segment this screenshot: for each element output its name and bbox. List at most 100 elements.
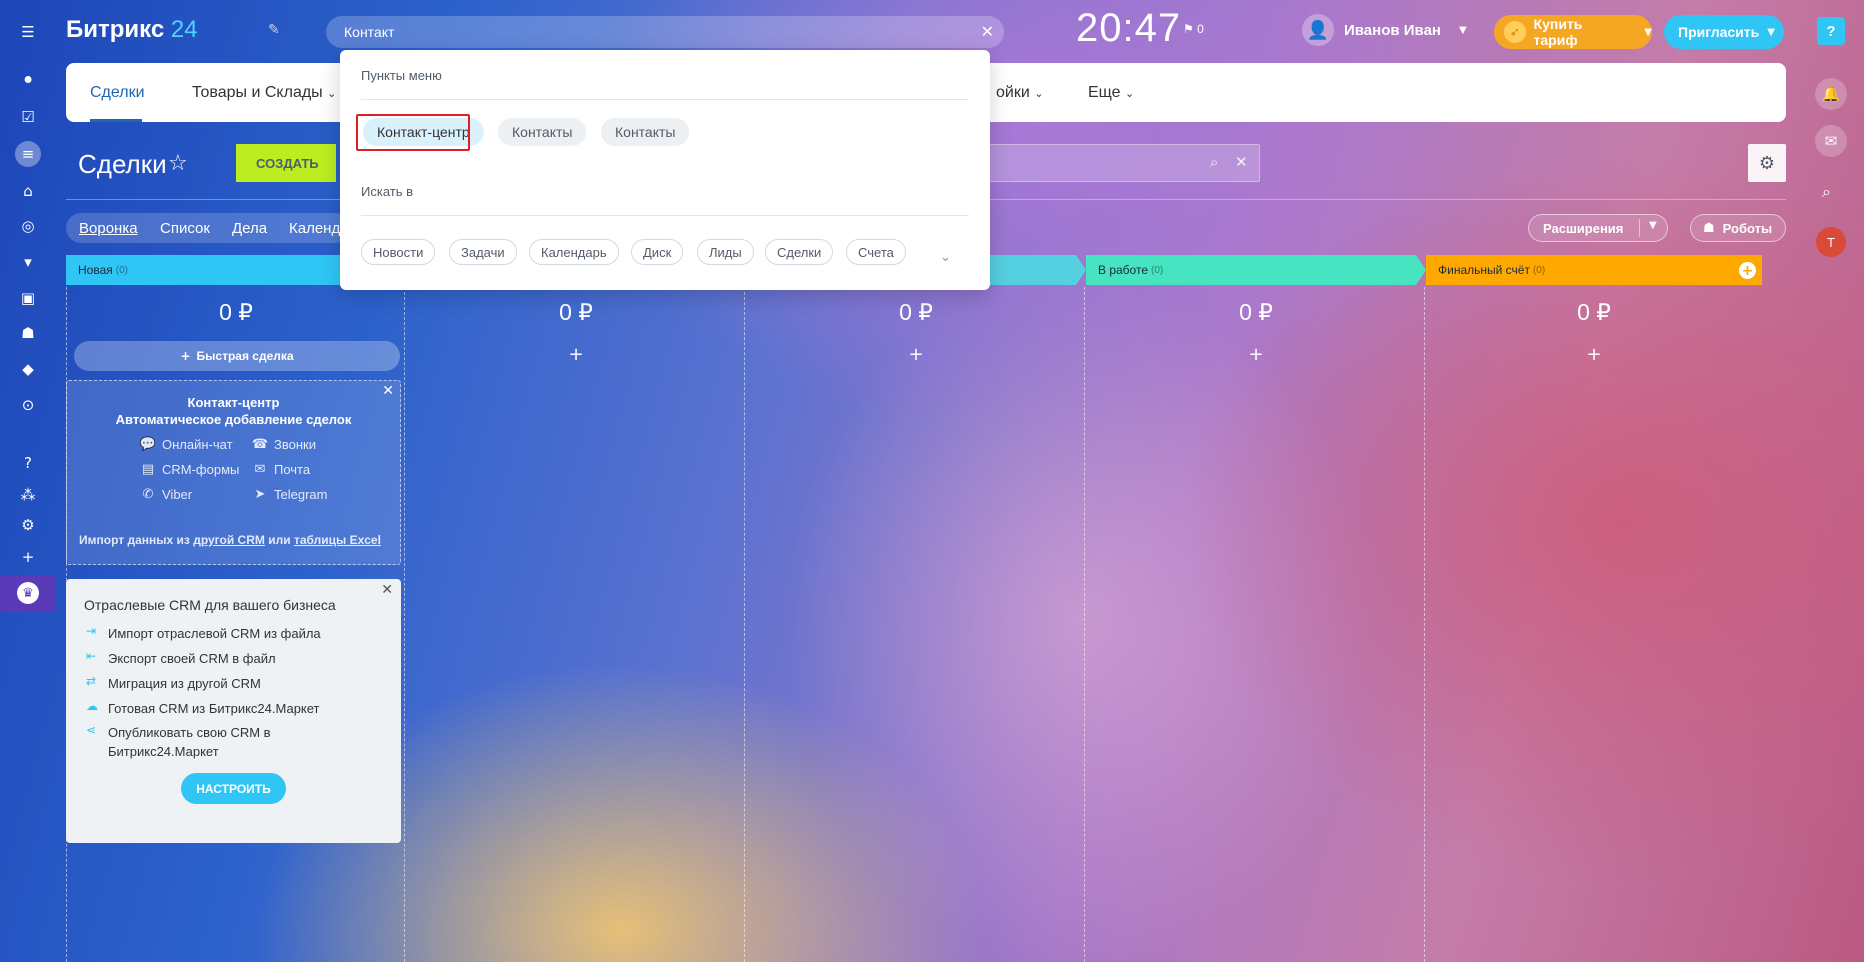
user-name: Иванов Иван (1344, 21, 1441, 39)
bell-icon[interactable]: 🔔 (1815, 78, 1847, 110)
search-in-calendar[interactable]: Календарь (529, 239, 619, 265)
crm-export-item[interactable]: ⇤ Экспорт своей CRM в файл (86, 649, 348, 668)
tab-funnel[interactable]: Воронка (79, 220, 138, 237)
robot-icon[interactable]: ☗ (18, 323, 38, 343)
divider (1639, 219, 1640, 237)
plus-icon: + (180, 349, 191, 363)
nav-item-products[interactable]: Товары и Склады ⌄ (192, 84, 336, 102)
menu-item-contacts-2[interactable]: Контакты (601, 118, 690, 146)
column-divider (1424, 287, 1425, 962)
box-icon[interactable]: ◆ (18, 359, 38, 379)
search-in-invoices[interactable]: Счета (846, 239, 906, 265)
close-icon[interactable]: ✕ (981, 22, 994, 41)
add-deal-icon[interactable]: + (1454, 344, 1734, 365)
channel-telegram[interactable]: ➤ Telegram (251, 487, 328, 502)
chevron-down-icon: ⌄ (1034, 87, 1044, 100)
channel-label: Онлайн-чат (162, 437, 233, 452)
tab-calendar[interactable]: Календ (289, 220, 340, 237)
more-icon[interactable]: ⊙ (18, 395, 38, 415)
add-stage-icon[interactable]: + (1739, 262, 1756, 279)
crown-button[interactable]: ♛ (0, 575, 56, 611)
chevron-down-icon[interactable]: ⌄ (940, 250, 951, 265)
setup-button[interactable]: НАСТРОИТЬ (181, 773, 286, 804)
add-icon[interactable]: + (18, 547, 38, 567)
close-icon[interactable]: ✕ (381, 582, 393, 598)
pencil-icon[interactable]: ✎ (268, 22, 280, 38)
bank-icon[interactable]: ⌂ (18, 181, 38, 201)
buy-plan-button[interactable]: ➶ Купить тариф ▼ (1494, 15, 1652, 49)
channel-calls[interactable]: ☎ Звонки (251, 437, 316, 452)
tasks-icon[interactable]: ☑ (18, 107, 38, 127)
nav-item-more[interactable]: Еще ⌄ (1088, 84, 1134, 102)
flag-counter[interactable]: ⚑ 0 (1183, 22, 1204, 36)
chevron-down-icon[interactable]: ▼ (1649, 220, 1657, 231)
nav-item-products-label: Товары и Склады (192, 84, 323, 101)
chevron-down-icon: ▼ (1767, 26, 1775, 38)
feed-icon[interactable]: ⚫ (18, 70, 38, 90)
quick-deal-button[interactable]: + Быстрая сделка (74, 341, 400, 371)
crm-migration-item[interactable]: ⇄ Миграция из другой CRM (86, 674, 348, 693)
nav-item-settings[interactable]: ойки ⌄ (996, 84, 1043, 102)
gear-icon[interactable]: ⚙ (1748, 144, 1786, 182)
channel-online-chat[interactable]: 💬 Онлайн-чат (139, 437, 233, 452)
filter-search-input[interactable]: ⌕ ✕ (984, 144, 1260, 182)
stage-header[interactable]: В работе (0) (1086, 255, 1426, 285)
search-icon[interactable]: ⌕ (1210, 153, 1218, 171)
robots-button[interactable]: ☗ Роботы (1690, 214, 1786, 242)
target-icon[interactable]: ◎ (18, 216, 38, 236)
create-button[interactable]: СОЗДАТЬ (236, 144, 336, 182)
menu-items-heading: Пункты меню (361, 68, 442, 83)
tab-activities[interactable]: Дела (232, 220, 267, 237)
menu-icon[interactable]: ☰ (18, 22, 38, 42)
robots-label: Роботы (1722, 220, 1773, 236)
channel-label: CRM-формы (162, 462, 240, 477)
nav-item-deals[interactable]: Сделки (90, 84, 145, 102)
phone-icon: ☎ (251, 437, 269, 452)
contacts-icon[interactable]: ▣ (18, 288, 38, 308)
search-icon[interactable]: ⌕ (1822, 182, 1831, 202)
tab-list[interactable]: Список (160, 220, 210, 237)
channel-label: Viber (162, 487, 193, 502)
right-avatar[interactable]: Т (1816, 227, 1846, 257)
search-in-leads[interactable]: Лиды (697, 239, 754, 265)
search-in-news[interactable]: Новости (361, 239, 436, 265)
crm-icon[interactable]: ≡ (15, 141, 41, 167)
view-switcher: Воронка Список Дела Календ (66, 213, 350, 243)
crm-market-item[interactable]: ☁ Готовая CRM из Битрикс24.Маркет (86, 699, 348, 718)
channel-mail[interactable]: ✉ Почта (251, 462, 311, 477)
add-deal-icon[interactable]: + (436, 344, 716, 365)
star-icon[interactable]: ☆ (168, 151, 188, 176)
chat-icon[interactable]: ✉ (1815, 125, 1847, 157)
import-prefix: Импорт данных из (79, 533, 190, 547)
user-menu[interactable]: 👤 Иванов Иван ▼ (1302, 12, 1467, 48)
extensions-button[interactable]: Расширения ▼ (1528, 214, 1668, 242)
contact-center-title: Контакт-центр (187, 395, 280, 410)
logo-number: 24 (170, 16, 198, 43)
search-input[interactable]: Контакт ✕ (326, 16, 1004, 48)
settings-icon[interactable]: ⚙ (18, 515, 38, 535)
crm-publish-item[interactable]: ⋖ Опубликовать свою CRM в Битрикс24.Марк… (86, 723, 348, 761)
menu-item-contacts[interactable]: Контакты (498, 118, 587, 146)
add-deal-icon[interactable]: + (1116, 344, 1396, 365)
stage-header[interactable]: Финальный счёт (0) (1426, 255, 1762, 285)
import-other-crm-link[interactable]: другой CRM (193, 533, 265, 547)
crm-item-label: Миграция из другой CRM (108, 676, 261, 691)
cloud-icon: ☁ (86, 699, 98, 713)
close-icon[interactable]: ✕ (1235, 153, 1248, 171)
channel-viber[interactable]: ✆ Viber (139, 487, 193, 502)
crm-import-item[interactable]: ⇥ Импорт отраслевой CRM из файла (86, 624, 348, 643)
add-deal-icon[interactable]: + (776, 344, 1056, 365)
structure-icon[interactable]: ⁂ (18, 485, 38, 505)
quick-deal-label: Быстрая сделка (196, 349, 294, 363)
search-in-deals[interactable]: Сделки (765, 239, 834, 265)
logo[interactable]: Битрикс 24 (66, 16, 198, 44)
import-excel-link[interactable]: таблицы Excel (294, 533, 381, 547)
help-button[interactable]: ? (1817, 17, 1845, 45)
cart-icon[interactable]: ▾ (18, 252, 38, 272)
search-in-disk[interactable]: Диск (631, 239, 684, 265)
invite-button[interactable]: Пригласить ▼ (1664, 15, 1784, 49)
contact-center-subtitle: Автоматическое добавление сделок (115, 412, 352, 427)
search-in-tasks[interactable]: Задачи (449, 239, 517, 265)
channel-crm-forms[interactable]: ▤ CRM-формы (139, 462, 240, 477)
help-icon[interactable]: ? (18, 453, 38, 473)
